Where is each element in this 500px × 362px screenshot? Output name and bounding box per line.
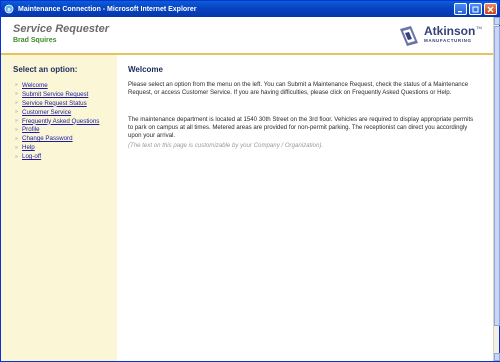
customizable-note: (The text on this page is customizable b…	[128, 142, 324, 149]
page-content: Service Requester Brad Squires Atkinson …	[1, 17, 493, 361]
bullet-icon: »	[15, 135, 18, 142]
minimize-icon	[458, 10, 462, 12]
sidebar-item-submit-service-request[interactable]: » Submit Service Request	[15, 90, 99, 99]
sidebar-item-profile[interactable]: » Profile	[15, 125, 99, 134]
app-title: Service Requester	[13, 23, 109, 35]
minimize-button[interactable]	[454, 3, 467, 15]
main-panel: Welcome Please select an option from the…	[117, 55, 485, 361]
browser-window: e Maintenance Connection - Microsoft Int…	[0, 0, 500, 362]
sidebar-link-profile[interactable]: Profile	[22, 126, 40, 133]
close-icon	[487, 6, 494, 12]
sidebar-link-service-request-status[interactable]: Service Request Status	[22, 100, 87, 107]
bullet-icon: »	[15, 109, 18, 116]
sidebar-item-welcome[interactable]: » Welcome	[15, 81, 99, 90]
logo-mark-icon	[400, 26, 418, 46]
bullet-icon: »	[15, 144, 18, 151]
company-logo: Atkinson TM MANUFACTURING	[398, 24, 482, 48]
bullet-icon: »	[15, 82, 18, 89]
vertical-scrollbar[interactable]	[493, 17, 500, 361]
sidebar-item-service-request-status[interactable]: » Service Request Status	[15, 99, 99, 108]
sidebar-menu: » Welcome » Submit Service Request » Servic…	[15, 81, 99, 161]
page-header: Service Requester Brad Squires Atkinson …	[1, 17, 493, 53]
scroll-thumb[interactable]	[494, 26, 500, 326]
bullet-icon: »	[15, 126, 18, 133]
bullet-icon: »	[15, 118, 18, 124]
internet-explorer-icon: e	[3, 3, 15, 15]
close-button[interactable]	[484, 3, 497, 15]
title-bar[interactable]: e Maintenance Connection - Microsoft Int…	[1, 1, 499, 17]
user-name: Brad Squires	[13, 37, 57, 44]
sidebar-link-welcome[interactable]: Welcome	[22, 82, 48, 89]
maximize-icon	[472, 6, 479, 12]
sidebar-item-change-password[interactable]: » Change Password	[15, 134, 99, 143]
sidebar: Select an option: » Welcome » Submit Servi…	[1, 55, 117, 361]
sidebar-item-faq[interactable]: » Frequently Asked Questions	[15, 117, 99, 126]
sidebar-link-submit-service-request[interactable]: Submit Service Request	[22, 91, 88, 98]
bullet-icon: »	[15, 91, 18, 98]
location-paragraph: The maintenance department is located at…	[128, 116, 474, 140]
bullet-icon: »	[15, 100, 18, 107]
sidebar-link-log-off[interactable]: Log-off	[22, 153, 41, 160]
bullet-icon: »	[15, 153, 18, 160]
maximize-button[interactable]	[469, 3, 482, 15]
scroll-up-icon[interactable]	[494, 17, 500, 25]
sidebar-heading: Select an option:	[13, 65, 78, 74]
sidebar-link-customer-service[interactable]: Customer Service	[22, 109, 71, 116]
welcome-paragraph: Please select an option from the menu on…	[128, 81, 469, 97]
sidebar-link-faq[interactable]: Frequently Asked Questions	[22, 118, 99, 125]
window-title: Maintenance Connection - Microsoft Inter…	[18, 5, 197, 13]
sidebar-item-help[interactable]: » Help	[15, 143, 99, 152]
scroll-down-icon[interactable]	[494, 353, 500, 361]
sidebar-link-change-password[interactable]: Change Password	[22, 135, 73, 142]
page-title: Welcome	[128, 65, 163, 74]
sidebar-link-help[interactable]: Help	[22, 144, 35, 151]
sidebar-item-customer-service[interactable]: » Customer Service	[15, 108, 99, 117]
sidebar-item-log-off[interactable]: » Log-off	[15, 152, 99, 161]
